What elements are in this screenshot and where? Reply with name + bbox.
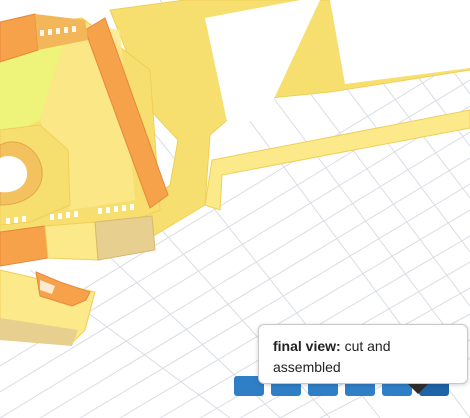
3d-viewer[interactable]: final view: cut and assembled xyxy=(0,0,470,418)
tooltip-title: final view: xyxy=(273,338,341,354)
step-tooltip: final view: cut and assembled xyxy=(258,324,468,384)
tooltip-arrow-icon xyxy=(408,384,428,394)
frame-rails xyxy=(109,0,470,239)
